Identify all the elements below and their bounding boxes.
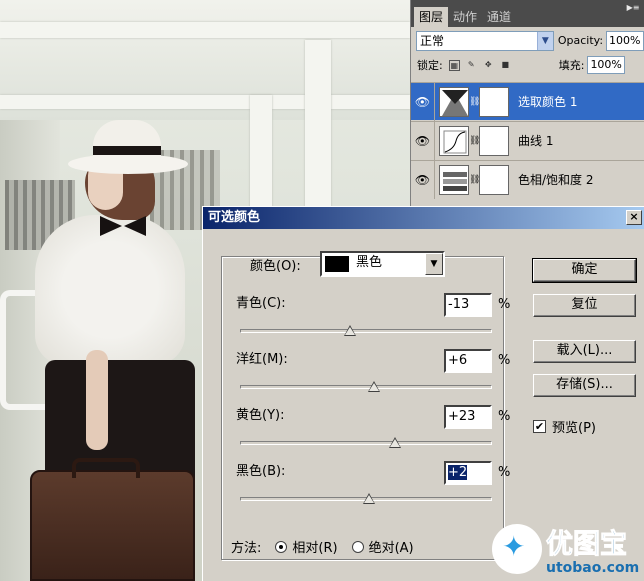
layer-name: 曲线 1 [518, 134, 554, 148]
slider-label: 黄色(Y): [236, 408, 285, 423]
layer-row[interactable]: 👁 ⛓ 色相/饱和度 2 [411, 160, 644, 199]
bow-tie [100, 216, 146, 236]
slider-label: 黑色(B): [236, 464, 286, 479]
tab-layers[interactable]: 图层 [414, 7, 449, 27]
opacity-label: Opacity: [557, 34, 604, 47]
link-icon: ⛓ [469, 135, 481, 146]
arm [86, 350, 108, 450]
link-icon: ⛓ [469, 174, 481, 185]
reset-button[interactable]: 复位 [533, 294, 636, 317]
fill-input[interactable]: 100% [587, 56, 626, 74]
suitcase [30, 458, 195, 581]
lock-position-icon[interactable]: ✥ [483, 60, 494, 71]
absolute-label[interactable]: 绝对(A) [369, 537, 414, 556]
layer-name: 色相/饱和度 2 [518, 173, 594, 187]
layer-mask-thumbnail[interactable] [479, 86, 509, 117]
preview-label: 预览(P) [552, 421, 596, 436]
black-input[interactable]: +2 [444, 461, 492, 485]
layer-row[interactable]: 👁 ⛓ 曲线 1 [411, 121, 644, 160]
relative-radio[interactable] [275, 540, 288, 553]
save-button[interactable]: 存储(S)... [533, 374, 636, 397]
tab-actions[interactable]: 动作 [448, 7, 482, 27]
chevron-down-icon[interactable]: ▼ [425, 253, 443, 275]
lace-cape [35, 215, 185, 365]
watermark: 优图宝 utobao.com [492, 522, 642, 580]
cyan-input[interactable]: -13 [444, 293, 492, 317]
hat [68, 120, 188, 180]
magenta-input[interactable]: +6 [444, 349, 492, 373]
preview-checkbox-row[interactable]: ✔ 预览(P) [533, 417, 596, 436]
ceiling-beam [0, 95, 410, 109]
eye-icon[interactable]: 👁 [411, 121, 435, 160]
slider-label: 洋红(M): [236, 352, 288, 367]
percent-label: % [498, 465, 511, 480]
dialog-title-bar[interactable]: 可选颜色 × [203, 207, 644, 229]
curves-adjustment-icon [439, 125, 469, 156]
color-select[interactable]: 黑色 ▼ [320, 251, 445, 277]
lock-pixels-icon[interactable]: ✎ [466, 60, 477, 71]
link-icon: ⛓ [469, 96, 481, 107]
load-button[interactable]: 载入(L)... [533, 340, 636, 363]
panel-menu-icon[interactable]: ▶≡ [626, 3, 640, 13]
blend-mode-value: 正常 [420, 33, 445, 48]
black-slider-thumb[interactable] [362, 493, 375, 504]
layer-mask-thumbnail[interactable] [479, 164, 509, 195]
blend-mode-select[interactable]: 正常 ▼ [416, 30, 554, 51]
layer-mask-thumbnail[interactable] [479, 125, 509, 156]
ceiling-beam [0, 22, 410, 38]
bird-logo-icon [492, 524, 542, 574]
black-slider-track[interactable] [240, 493, 492, 504]
dialog-title: 可选颜色 [208, 210, 261, 225]
watermark-text: 优图宝 [546, 529, 628, 561]
chevron-down-icon[interactable]: ▼ [536, 31, 553, 50]
magenta-slider-thumb[interactable] [367, 381, 380, 392]
relative-label[interactable]: 相对(R) [292, 537, 337, 556]
yellow-slider-track[interactable] [240, 437, 492, 448]
cyan-slider-thumb[interactable] [343, 325, 356, 336]
color-swatch [325, 256, 349, 272]
opacity-input[interactable]: 100% [606, 30, 644, 51]
magenta-slider-track[interactable] [240, 381, 492, 392]
eye-icon[interactable]: 👁 [411, 160, 435, 199]
yellow-input[interactable]: +23 [444, 405, 492, 429]
hue-saturation-adjustment-icon [439, 164, 469, 195]
panel-tabs: 图层 动作 通道 ▶≡ [411, 0, 644, 27]
color-adjust-group: 颜色(O): 黑色 ▼ 青色(C): -13 % 洋红(M): +6 % 黄色(… [221, 251, 510, 560]
percent-label: % [498, 353, 511, 368]
watermark-url: utobao.com [546, 560, 640, 576]
layer-name: 选取颜色 1 [518, 95, 578, 109]
lock-label: 锁定: [417, 59, 443, 72]
absolute-radio[interactable] [351, 540, 364, 553]
ok-button[interactable]: 确定 [532, 258, 637, 283]
cyan-slider-track[interactable] [240, 325, 492, 336]
close-button[interactable]: × [626, 210, 642, 225]
percent-label: % [498, 297, 511, 312]
color-label: 颜色(O): [250, 259, 301, 274]
lock-all-icon[interactable]: ■ [500, 60, 511, 71]
layers-panel: 图层 动作 通道 ▶≡ 正常 ▼ Opacity: 100% 锁定: ▦ ✎ ✥… [410, 0, 644, 210]
selective-color-adjustment-icon [439, 86, 469, 117]
percent-label: % [498, 409, 511, 424]
yellow-slider-thumb[interactable] [388, 437, 401, 448]
preview-checkbox[interactable]: ✔ [533, 420, 546, 433]
lock-transparency-icon[interactable]: ▦ [448, 59, 460, 71]
fill-label: 填充: [558, 59, 585, 72]
tab-channels[interactable]: 通道 [482, 7, 516, 27]
slider-label: 青色(C): [236, 296, 286, 311]
method-group: 方法: 相对(R) 绝对(A) [231, 537, 414, 556]
eye-icon[interactable]: 👁 [411, 82, 435, 121]
layer-row[interactable]: 👁 ⛓ 选取颜色 1 [411, 82, 644, 121]
method-label: 方法: [231, 541, 262, 556]
black-input-value: +2 [448, 465, 468, 480]
color-select-value: 黑色 [356, 255, 383, 270]
